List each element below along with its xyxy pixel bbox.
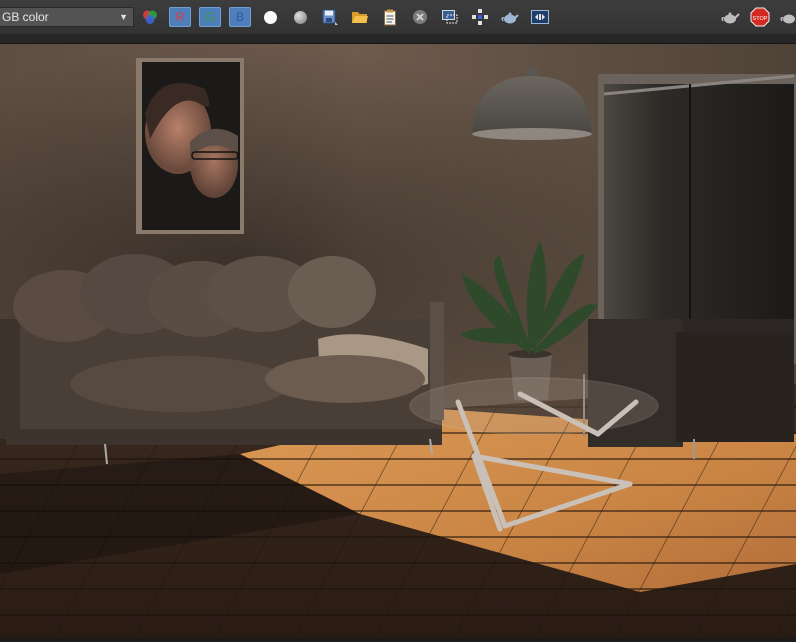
open-folder-icon[interactable] xyxy=(349,7,371,27)
green-channel-button[interactable]: G xyxy=(199,7,221,27)
red-channel-label: R xyxy=(175,10,185,24)
save-icon[interactable] xyxy=(319,7,341,27)
teapot-render-icon[interactable] xyxy=(719,7,741,27)
lens-effects-icon[interactable] xyxy=(469,7,491,27)
history-icon[interactable] xyxy=(529,7,551,27)
display-channel-dropdown[interactable]: GB color ▼ xyxy=(0,7,134,27)
clipboard-icon[interactable] xyxy=(379,7,401,27)
teapot-last-icon[interactable] xyxy=(778,7,796,27)
teapot-icon[interactable] xyxy=(499,7,521,27)
toolbar-separator xyxy=(0,34,796,44)
red-channel-button[interactable]: R xyxy=(169,7,191,27)
clear-icon[interactable] xyxy=(409,7,431,27)
render-viewport[interactable] xyxy=(0,44,796,637)
color-channels-icon[interactable] xyxy=(139,7,161,27)
gray-dot-icon[interactable] xyxy=(289,7,311,27)
white-dot-icon[interactable] xyxy=(259,7,281,27)
rendered-room-image xyxy=(0,44,796,637)
render-toolbar: GB color ▼ R G B STOP xyxy=(0,0,796,35)
stop-icon[interactable]: STOP xyxy=(749,7,771,27)
blue-channel-label: B xyxy=(235,10,244,24)
region-render-icon[interactable] xyxy=(439,7,461,27)
display-channel-value: GB color xyxy=(2,10,49,24)
blue-channel-button[interactable]: B xyxy=(229,7,251,27)
chevron-down-icon: ▼ xyxy=(119,12,128,22)
green-channel-label: G xyxy=(205,10,215,24)
stop-label: STOP xyxy=(753,16,768,22)
